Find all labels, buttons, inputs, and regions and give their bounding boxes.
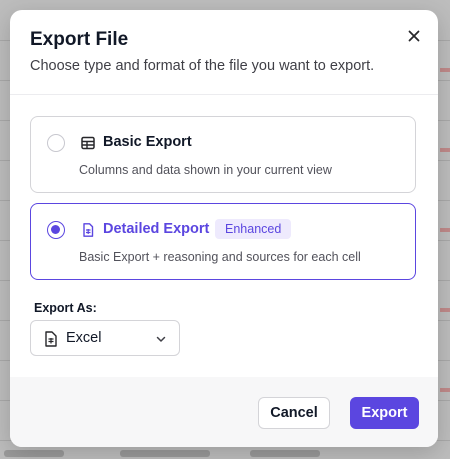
file-spreadsheet-icon xyxy=(83,223,94,237)
option-label: Basic Export xyxy=(103,134,192,150)
option-description: Basic Export + reasoning and sources for… xyxy=(79,250,361,264)
option-description: Columns and data shown in your current v… xyxy=(79,163,332,177)
option-label: Detailed Export xyxy=(103,221,210,237)
enhanced-badge: Enhanced xyxy=(215,219,292,239)
close-icon xyxy=(408,30,420,42)
export-as-label: Export As: xyxy=(34,301,97,315)
radio-detailed-export[interactable] xyxy=(47,221,65,239)
option-detailed-export[interactable]: Detailed Export Enhanced Basic Export + … xyxy=(30,203,416,280)
dialog-subtitle: Choose type and format of the file you w… xyxy=(30,58,375,74)
dialog-title: Export File xyxy=(30,29,129,50)
file-spreadsheet-icon xyxy=(45,331,57,347)
dialog-footer: Cancel Export xyxy=(10,377,438,447)
radio-basic-export[interactable] xyxy=(47,134,65,152)
export-format-select[interactable]: Excel xyxy=(30,320,180,356)
chevron-down-icon xyxy=(156,336,166,342)
header-divider xyxy=(10,94,438,95)
option-basic-export[interactable]: Basic Export Columns and data shown in y… xyxy=(30,116,416,193)
close-button[interactable] xyxy=(403,25,425,47)
table-icon xyxy=(81,136,95,150)
export-file-dialog: Export File Choose type and format of th… xyxy=(10,10,438,447)
export-format-value: Excel xyxy=(66,330,102,346)
cancel-button[interactable]: Cancel xyxy=(258,397,330,429)
export-button[interactable]: Export xyxy=(350,397,419,429)
